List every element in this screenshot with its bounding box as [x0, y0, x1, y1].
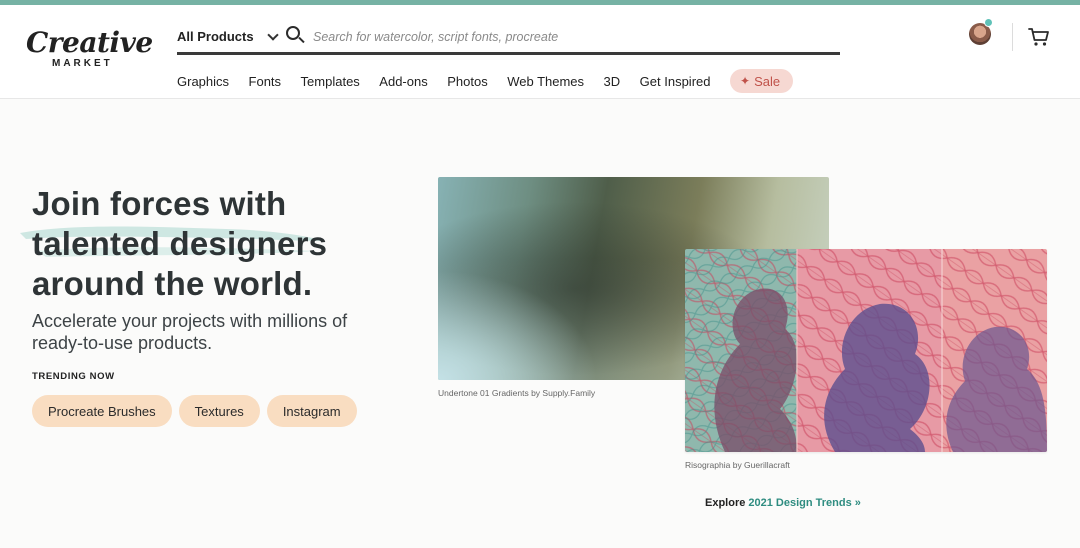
cart-icon[interactable] — [1028, 27, 1050, 47]
risograph-image-caption: Risographia by Guerillacraft — [685, 460, 790, 470]
sale-button[interactable]: ✦ Sale — [730, 69, 794, 93]
logo-wordmark: Creative — [26, 26, 153, 59]
nav-item-graphics[interactable]: Graphics — [177, 74, 229, 89]
gradient-image-caption: Undertone 01 Gradients by Supply.Family — [438, 388, 596, 398]
hero-subtitle: Accelerate your projects with millions o… — [32, 311, 348, 353]
nav-item-3d[interactable]: 3D — [604, 74, 621, 89]
search-icon[interactable] — [286, 26, 305, 44]
trending-chip-textures[interactable]: Textures — [178, 395, 260, 427]
nav-item-add-ons[interactable]: Add-ons — [379, 74, 427, 89]
logo-subtitle: MARKET — [52, 58, 113, 69]
nav-item-fonts[interactable]: Fonts — [249, 74, 282, 89]
hero-title-line-1: Join forces with — [32, 185, 287, 222]
trending-chip-instagram[interactable]: Instagram — [266, 395, 357, 427]
nav-item-get-inspired[interactable]: Get Inspired — [640, 74, 711, 89]
creative-market-logo[interactable]: Creative MARKET — [26, 27, 153, 75]
hero-title-line-3: around the world. — [32, 265, 313, 302]
trending-chip-procreate-brushes[interactable]: Procreate Brushes — [32, 395, 172, 427]
header-divider — [1012, 23, 1013, 51]
category-select[interactable]: All Products — [177, 27, 278, 45]
sparkle-icon: ✦ — [740, 74, 751, 88]
search-input[interactable] — [313, 27, 833, 47]
search-underline — [177, 52, 840, 55]
risograph-product-image[interactable] — [685, 249, 1047, 452]
hero-title: Join forces with talented designers arou… — [32, 184, 392, 304]
category-select-value: All Products — [177, 28, 254, 44]
nav-item-web-themes[interactable]: Web Themes — [507, 74, 584, 89]
hero-title-line-2: talented designers — [32, 225, 328, 262]
explore-trends-link[interactable]: Explore 2021 Design Trends » — [705, 497, 861, 509]
site-header: Creative MARKET All Products Graphics Fo… — [0, 5, 1080, 99]
design-trends-link[interactable]: 2021 Design Trends » — [748, 497, 861, 509]
nav-item-photos[interactable]: Photos — [447, 74, 487, 89]
trending-label: TRENDING NOW — [32, 371, 115, 382]
chevron-down-icon — [268, 31, 278, 41]
notification-dot — [984, 18, 993, 27]
nav-item-templates[interactable]: Templates — [301, 74, 360, 89]
sale-label: Sale — [754, 73, 781, 89]
category-nav: Graphics Fonts Templates Add-ons Photos … — [177, 69, 794, 93]
trending-chips: Procreate Brushes Textures Instagram — [32, 395, 357, 427]
explore-prefix: Explore — [705, 497, 749, 509]
